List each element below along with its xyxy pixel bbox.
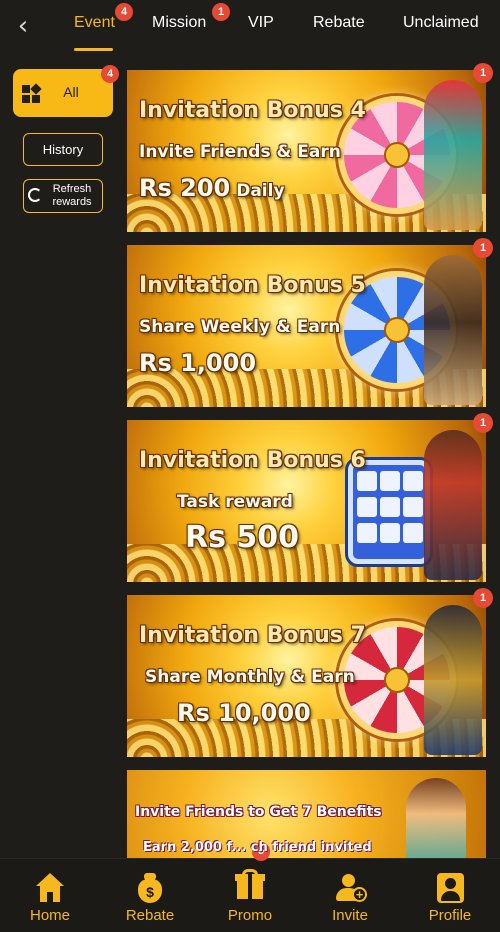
tab-label: Rebate (313, 14, 365, 31)
category-all-button[interactable]: All (13, 69, 113, 117)
amount-suffix: Daily (236, 181, 285, 201)
banner-title: Invitation Bonus 4 (139, 98, 366, 123)
nav-label: Invite (332, 907, 368, 924)
promo-banner-2[interactable]: Invitation Bonus 5 Share Weekly & Earn R… (127, 245, 486, 407)
character-image (424, 80, 482, 230)
banner-badge: 1 (473, 413, 493, 433)
banner-amount: Rs 200 Daily (139, 174, 285, 202)
banner-subtitle: Earn 2,000 f... ch friend invited (143, 840, 372, 855)
nav-label: Promo (227, 907, 273, 924)
home-icon (35, 873, 65, 903)
promo-banner-1[interactable]: Invitation Bonus 4 Invite Friends & Earn… (127, 70, 486, 232)
tab-unclaimed[interactable]: Unclaimed (403, 14, 479, 32)
money-bag-icon: $ (135, 873, 165, 903)
promo-banner-3[interactable]: Invitation Bonus 6 Task reward Rs 500 (127, 420, 486, 582)
banner-title: Invitation Bonus 6 (139, 448, 366, 473)
banner-title: Invitation Bonus 7 (139, 623, 366, 648)
nav-rebate[interactable]: $ Rebate (100, 859, 200, 932)
nav-label: Profile (428, 907, 472, 924)
tab-event-badge: 4 (115, 3, 133, 21)
tab-event[interactable]: Event (74, 14, 115, 32)
refresh-icon (28, 188, 42, 202)
nav-label: Rebate (125, 907, 175, 924)
category-all-label: All (63, 84, 79, 100)
nav-profile[interactable]: Profile (400, 859, 500, 932)
category-sidebar: All 4 History Refresh rewards (0, 55, 122, 858)
character-image (424, 430, 482, 580)
tab-mission-badge: 1 (212, 3, 230, 21)
amount-value: Rs 200 (139, 174, 231, 202)
banner-badge: 1 (473, 588, 493, 608)
profile-icon (435, 873, 465, 903)
nav-invite[interactable]: + Invite (300, 859, 400, 932)
banner-subtitle: Share Weekly & Earn (139, 317, 341, 337)
banner-title: Invite Friends to Get 7 Benefits (135, 804, 382, 820)
character-image (424, 605, 482, 755)
banner-amount: Rs 10,000 (177, 699, 311, 727)
app-root: ‹ Event 4 Mission 1 VIP Rebate Unclaimed… (0, 0, 500, 932)
banner-subtitle: Share Monthly & Earn (145, 667, 355, 687)
gift-icon (235, 869, 265, 899)
promo-banner-5[interactable]: Invite Friends to Get 7 Benefits Earn 2,… (127, 770, 486, 858)
character-image (406, 778, 466, 858)
refresh-rewards-button[interactable]: Refresh rewards (23, 179, 103, 213)
banner-subtitle: Invite Friends & Earn (139, 142, 341, 162)
banner-amount: Rs 1,000 (139, 349, 257, 377)
refresh-label-line1: Refresh (52, 183, 92, 195)
tab-rebate[interactable]: Rebate (313, 14, 365, 32)
add-user-icon: + (335, 873, 367, 903)
top-nav: ‹ Event 4 Mission 1 VIP Rebate Unclaimed (0, 0, 500, 52)
nav-promo[interactable]: Promo (200, 859, 300, 932)
category-all-badge: 4 (101, 65, 119, 83)
banner-title: Invitation Bonus 5 (139, 273, 366, 298)
tab-label: Unclaimed (403, 14, 479, 31)
banner-badge: 1 (473, 63, 493, 83)
tab-label: Mission (152, 14, 207, 31)
banner-badge: 1 (473, 238, 493, 258)
bottom-nav: Home $ Rebate Promo + Invite Profile (0, 858, 500, 932)
banner-amount: Rs 500 (185, 520, 300, 555)
tab-vip[interactable]: VIP (248, 14, 274, 32)
active-tab-indicator (74, 48, 113, 51)
banner-subtitle: Task reward (177, 492, 293, 512)
nav-home[interactable]: Home (0, 859, 100, 932)
nav-label: Home (29, 907, 70, 924)
character-image (424, 255, 482, 405)
promo-banner-4[interactable]: Invitation Bonus 7 Share Monthly & Earn … (127, 595, 486, 757)
history-label: History (42, 142, 84, 157)
chevron-left-icon: ‹ (17, 11, 29, 41)
refresh-label-line2: rewards (52, 196, 92, 208)
tab-label: VIP (248, 14, 274, 31)
history-button[interactable]: History (23, 133, 103, 166)
tab-mission[interactable]: Mission (152, 14, 206, 32)
slot-machine-image (348, 460, 430, 564)
back-button[interactable]: ‹ (10, 12, 36, 40)
tab-label: Event (74, 14, 115, 31)
